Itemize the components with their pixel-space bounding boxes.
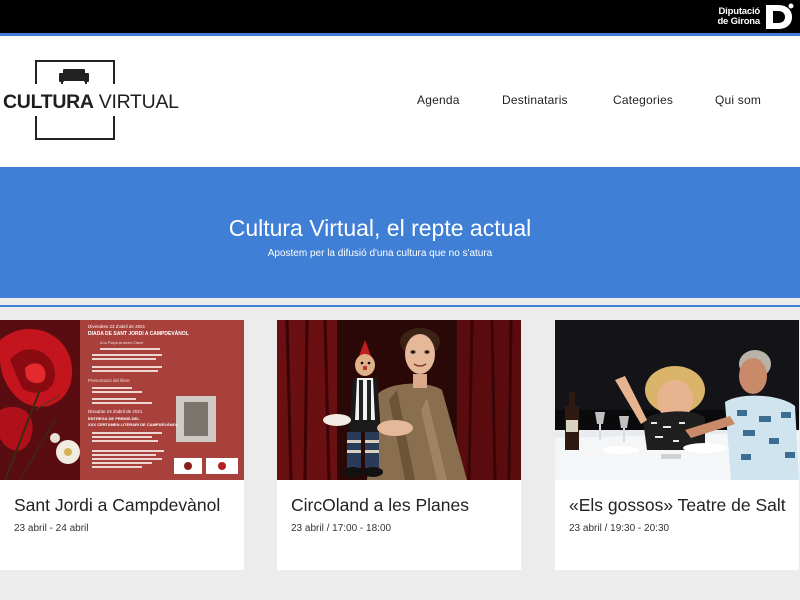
event-image-sant-jordi[interactable]: Divendres 23 d'abril de 2021 DIADA DE SA… — [0, 320, 244, 480]
diputacio-logo[interactable]: Diputació de Girona — [717, 2, 794, 32]
main-nav: Agenda Destinataris Categories Qui som — [0, 93, 800, 113]
poster-line-4: Presentació del llibre — [88, 378, 130, 383]
nav-qui-som[interactable]: Qui som — [715, 93, 761, 107]
event-title[interactable]: Sant Jordi a Campdevànol — [14, 495, 220, 516]
event-image-circoland[interactable] — [277, 320, 521, 480]
nav-categories[interactable]: Categories — [613, 93, 673, 107]
section-divider — [0, 305, 800, 307]
sofa-icon — [59, 69, 89, 84]
poster-line-5: Dissabte 24 d'abril de 2021 — [88, 409, 143, 414]
site-header: CULTURA VIRTUAL Agenda Destinataris Cate… — [0, 36, 800, 167]
poster-line-6: ENTREGA DE PREMIS DEL — [88, 416, 140, 421]
els-gossos-photo-image — [555, 320, 799, 480]
nav-destinataris[interactable]: Destinataris — [502, 93, 568, 107]
event-card-els-gossos[interactable]: «Els gossos» Teatre de Salt 23 abril / 1… — [555, 320, 799, 570]
poster-line-3: A la Plaça Anselm Clavé — [100, 340, 144, 345]
top-bar: Diputació de Girona — [0, 0, 800, 33]
diputacio-d-icon — [766, 3, 794, 29]
nav-agenda[interactable]: Agenda — [417, 93, 460, 107]
diputacio-wordmark: Diputació de Girona — [717, 7, 760, 27]
sant-jordi-poster-image: Divendres 23 d'abril de 2021 DIADA DE SA… — [0, 320, 244, 480]
hero-subtitle: Apostem per la difusió d'una cultura que… — [267, 248, 493, 259]
event-image-els-gossos[interactable] — [555, 320, 799, 480]
event-date: 23 abril / 19:30 - 20:30 — [569, 523, 670, 534]
event-title[interactable]: «Els gossos» Teatre de Salt — [569, 495, 786, 516]
event-card-sant-jordi[interactable]: Divendres 23 d'abril de 2021 DIADA DE SA… — [0, 320, 244, 570]
poster-line-7: XXX CERTAMEN LITERARI DE CAMPDEVÀNOL — [88, 422, 179, 427]
event-card-circoland[interactable]: CircOland a les Planes 23 abril / 17:00 … — [277, 320, 521, 570]
poster-line-1: Divendres 23 d'abril de 2021 — [88, 324, 146, 329]
hero-banner: Cultura Virtual, el repte actual Apostem… — [0, 167, 800, 298]
diputacio-line-2: de Girona — [717, 16, 760, 27]
hero-title: Cultura Virtual, el repte actual — [228, 215, 532, 241]
event-date: 23 abril / 17:00 - 18:00 — [291, 523, 392, 534]
logo-frame-bottom — [35, 116, 115, 140]
event-title[interactable]: CircOland a les Planes — [291, 495, 469, 516]
circoland-photo-image — [277, 320, 521, 480]
event-date: 23 abril - 24 abril — [14, 523, 89, 534]
poster-line-2: DIADA DE SANT JORDI A CAMPDEVÀNOL — [88, 330, 189, 337]
